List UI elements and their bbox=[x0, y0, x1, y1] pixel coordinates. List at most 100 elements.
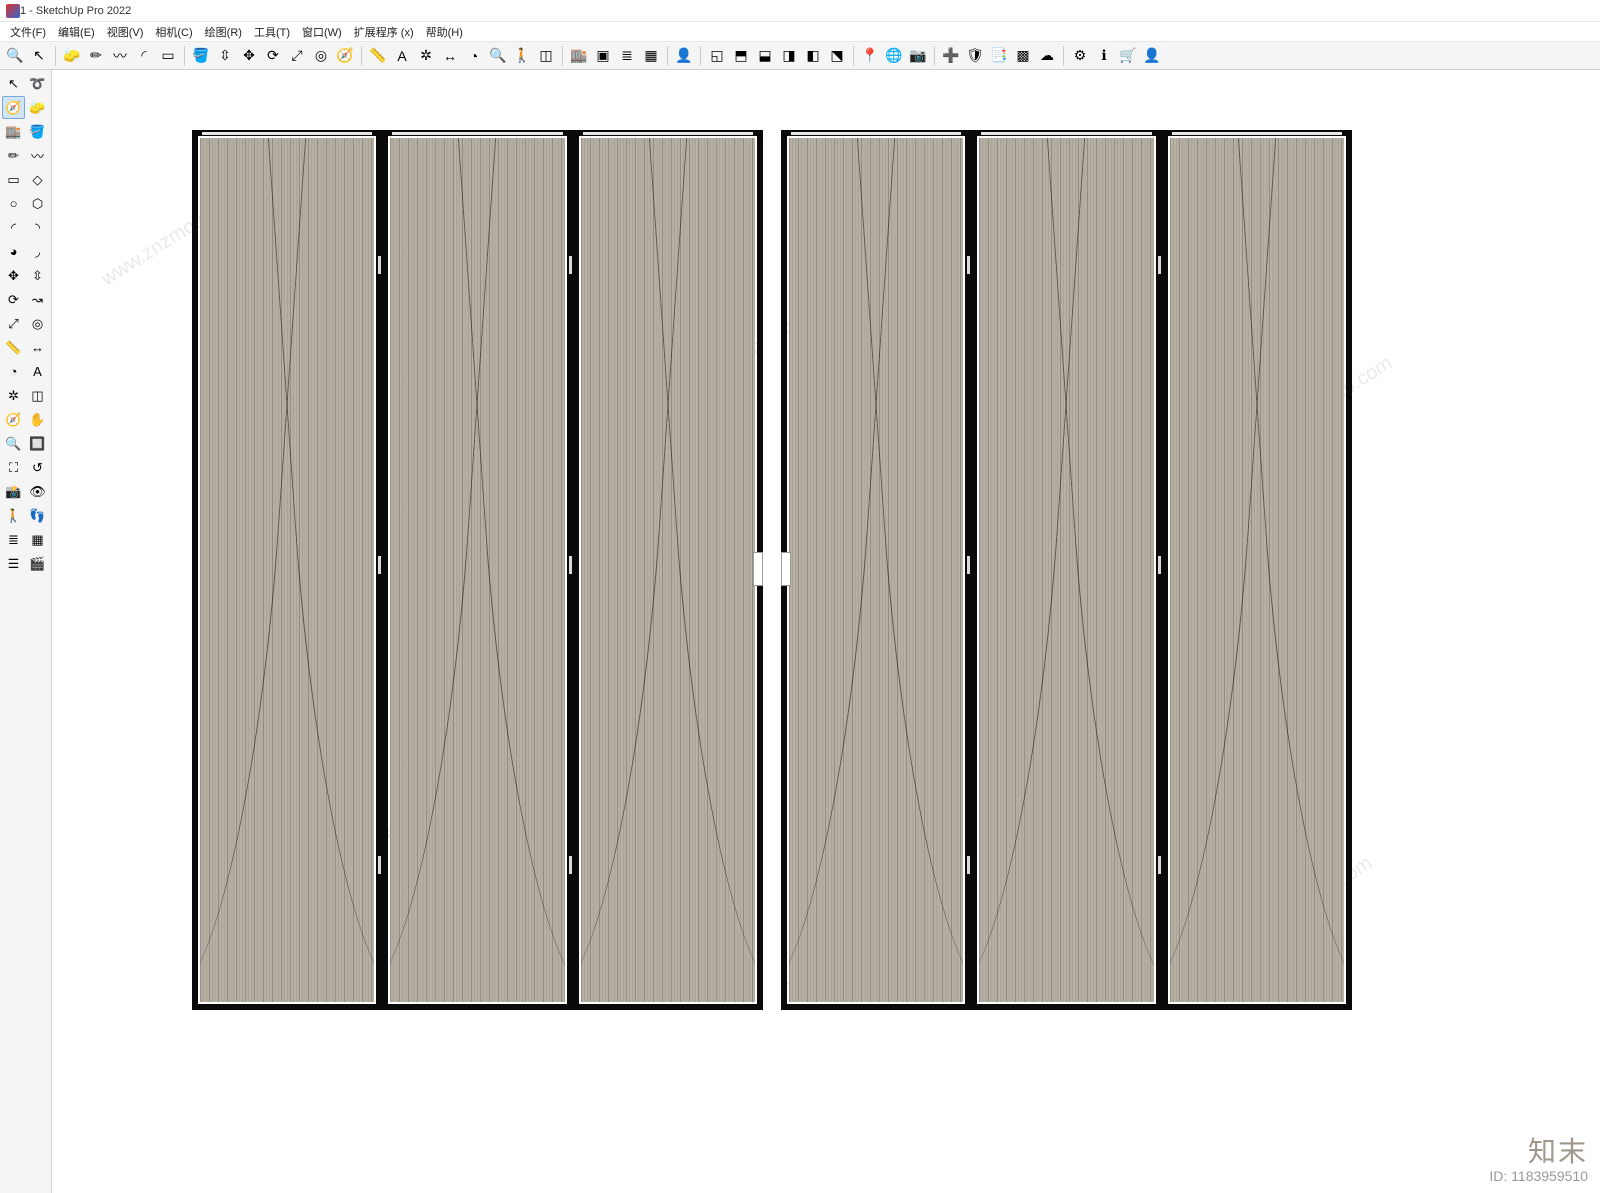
menu-file[interactable]: 文件(F) bbox=[4, 23, 52, 41]
cart-icon[interactable]: 🛒 bbox=[1117, 45, 1139, 67]
arc-icon[interactable]: ◜ bbox=[133, 45, 155, 67]
scale-icon[interactable]: ⤢ bbox=[286, 45, 308, 67]
checker-icon[interactable]: ▩ bbox=[1012, 45, 1034, 67]
section-icon[interactable]: ◫ bbox=[26, 384, 49, 407]
menu-window[interactable]: 窗口(W) bbox=[296, 23, 348, 41]
rotate-icon[interactable]: ⟳ bbox=[262, 45, 284, 67]
add-icon[interactable]: ➕ bbox=[940, 45, 962, 67]
gear-icon[interactable]: ⚙ bbox=[1069, 45, 1091, 67]
door-panel-4[interactable] bbox=[781, 130, 971, 1010]
circle-icon[interactable]: ○ bbox=[2, 192, 25, 215]
menu-help[interactable]: 帮助(H) bbox=[420, 23, 469, 41]
dimension-icon[interactable]: ↔ bbox=[439, 45, 461, 67]
arc-icon[interactable]: ◜ bbox=[2, 216, 25, 239]
orbit-icon[interactable]: 🧭 bbox=[334, 45, 356, 67]
eraser-icon[interactable]: 🧽 bbox=[61, 45, 83, 67]
previous-icon[interactable]: ↺ bbox=[26, 456, 49, 479]
2pt-arc-icon[interactable]: ◝ bbox=[26, 216, 49, 239]
zoom-icon[interactable]: 🔍 bbox=[2, 432, 25, 455]
top-icon[interactable]: ⬒ bbox=[730, 45, 752, 67]
lasso-icon[interactable]: ➰ bbox=[26, 72, 49, 95]
info-icon[interactable]: ℹ bbox=[1093, 45, 1115, 67]
rotated-rect-icon[interactable]: ◇ bbox=[26, 168, 49, 191]
tape-icon[interactable]: 📏 bbox=[367, 45, 389, 67]
camera-icon[interactable]: 📷 bbox=[907, 45, 929, 67]
orbit2-icon[interactable]: 🧭 bbox=[2, 408, 25, 431]
position-camera-icon[interactable]: 📸 bbox=[2, 480, 25, 503]
walk2-icon[interactable]: 👣 bbox=[26, 504, 49, 527]
zoom-extents-icon[interactable]: ⛶ bbox=[2, 456, 25, 479]
layers-icon[interactable]: ≣ bbox=[616, 45, 638, 67]
text-icon[interactable]: A bbox=[391, 45, 413, 67]
door-panel-3[interactable] bbox=[573, 130, 763, 1010]
rectangle-icon[interactable]: ▭ bbox=[2, 168, 25, 191]
door-handle-left[interactable] bbox=[753, 552, 763, 586]
protractor-icon[interactable]: ◔ bbox=[2, 360, 25, 383]
polygon-icon[interactable]: ⬡ bbox=[26, 192, 49, 215]
offset-icon[interactable]: ◎ bbox=[310, 45, 332, 67]
menu-camera[interactable]: 相机(C) bbox=[149, 23, 198, 41]
menu-edit[interactable]: 编辑(E) bbox=[52, 23, 101, 41]
right-icon[interactable]: ◨ bbox=[778, 45, 800, 67]
warehouse-icon[interactable]: 🏬 bbox=[2, 120, 25, 143]
axes-icon[interactable]: ✲ bbox=[2, 384, 25, 407]
paint-bucket-icon[interactable]: 🪣 bbox=[26, 120, 49, 143]
menu-view[interactable]: 视图(V) bbox=[101, 23, 150, 41]
move-icon[interactable]: ✥ bbox=[238, 45, 260, 67]
select-icon[interactable]: ↖ bbox=[28, 45, 50, 67]
door-panel-6[interactable] bbox=[1162, 130, 1352, 1010]
look-around-icon[interactable]: 👁 bbox=[26, 480, 49, 503]
left-icon[interactable]: ⬔ bbox=[826, 45, 848, 67]
account-icon[interactable]: 👤 bbox=[1141, 45, 1163, 67]
door-panel-2[interactable] bbox=[382, 130, 572, 1010]
section-icon[interactable]: ◫ bbox=[535, 45, 557, 67]
pie-icon[interactable]: ◕ bbox=[2, 240, 25, 263]
protractor-icon[interactable]: ◔ bbox=[463, 45, 485, 67]
tape-icon[interactable]: 📏 bbox=[2, 336, 25, 359]
user-icon[interactable]: 👤 bbox=[673, 45, 695, 67]
materials-icon[interactable]: ▦ bbox=[640, 45, 662, 67]
text-icon[interactable]: A bbox=[26, 360, 49, 383]
layers-icon[interactable]: ≣ bbox=[2, 528, 25, 551]
scenes-icon[interactable]: 🎬 bbox=[26, 552, 49, 575]
materials-icon[interactable]: ▦ bbox=[26, 528, 49, 551]
pan-icon[interactable]: ✋ bbox=[26, 408, 49, 431]
outliner-icon[interactable]: ☰ bbox=[2, 552, 25, 575]
axes-icon[interactable]: ✲ bbox=[415, 45, 437, 67]
freehand-icon[interactable]: 〰 bbox=[26, 144, 49, 167]
door-handle-right[interactable] bbox=[781, 552, 791, 586]
select-icon[interactable]: ↖ bbox=[2, 72, 25, 95]
zoom-window-icon[interactable]: 🔲 bbox=[26, 432, 49, 455]
pushpull-icon[interactable]: ⇳ bbox=[26, 264, 49, 287]
door-panel-1[interactable] bbox=[192, 130, 382, 1010]
front-icon[interactable]: ⬓ bbox=[754, 45, 776, 67]
menu-extensions[interactable]: 扩展程序 (x) bbox=[348, 23, 420, 41]
3pt-arc-icon[interactable]: ◞ bbox=[26, 240, 49, 263]
search-icon[interactable]: 🔍 bbox=[4, 45, 26, 67]
scale-icon[interactable]: ⤢ bbox=[2, 312, 25, 335]
location-icon[interactable]: 📍 bbox=[859, 45, 881, 67]
back-icon[interactable]: ◧ bbox=[802, 45, 824, 67]
model-folding-door[interactable] bbox=[192, 130, 1352, 1010]
viewport[interactable]: www.znzmo.com www.znzmo.com www.znzmo.co… bbox=[52, 70, 1600, 1193]
orbit-icon[interactable]: 🧭 bbox=[2, 96, 25, 119]
iso-icon[interactable]: ◱ bbox=[706, 45, 728, 67]
pushpull-icon[interactable]: ⇳ bbox=[214, 45, 236, 67]
menu-draw[interactable]: 绘图(R) bbox=[199, 23, 248, 41]
menu-tools[interactable]: 工具(T) bbox=[248, 23, 296, 41]
dimension-icon[interactable]: ↔ bbox=[26, 336, 49, 359]
offset-icon[interactable]: ◎ bbox=[26, 312, 49, 335]
report-icon[interactable]: 📑 bbox=[988, 45, 1010, 67]
cloud-icon[interactable]: ☁ bbox=[1036, 45, 1058, 67]
walk-icon[interactable]: 🚶 bbox=[511, 45, 533, 67]
pencil-icon[interactable]: ✏ bbox=[2, 144, 25, 167]
rotate-icon[interactable]: ⟳ bbox=[2, 288, 25, 311]
pencil-icon[interactable]: ✏ bbox=[85, 45, 107, 67]
move-icon[interactable]: ✥ bbox=[2, 264, 25, 287]
shield-icon[interactable]: 🛡 bbox=[964, 45, 986, 67]
geo-icon[interactable]: 🌐 bbox=[883, 45, 905, 67]
rectangle-icon[interactable]: ▭ bbox=[157, 45, 179, 67]
warehouse-icon[interactable]: 🏬 bbox=[568, 45, 590, 67]
components-icon[interactable]: ▣ bbox=[592, 45, 614, 67]
walk-icon[interactable]: 🚶 bbox=[2, 504, 25, 527]
